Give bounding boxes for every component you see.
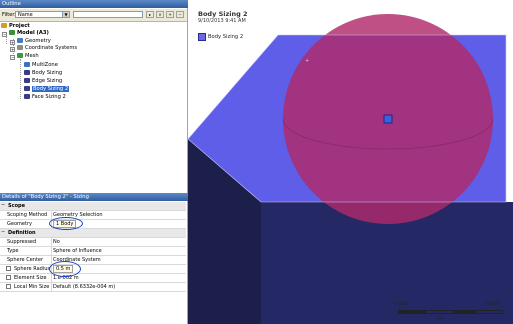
project-icon [1, 23, 7, 28]
sizing-icon [24, 86, 30, 91]
parameter-checkbox[interactable] [6, 266, 11, 271]
collapse-tree-icon[interactable]: − [176, 11, 184, 18]
viewport-title: Body Sizing 2 [198, 10, 248, 18]
details-row-sphere-radius[interactable]: Sphere Radius 0.5 m [0, 265, 186, 274]
details-row-local-min-size[interactable]: Local Min Size Default (8.6332e-004 m) [0, 283, 186, 292]
details-title-bar: Details of "Body Sizing 2" - Sizing [0, 193, 189, 201]
filter-label: Filter: [2, 12, 16, 18]
tree-item-body-sizing[interactable]: Body Sizing [24, 70, 62, 77]
tree-item-multizone[interactable]: MultiZone [24, 62, 58, 69]
sizing-icon [24, 78, 30, 83]
expand-icon[interactable]: + [10, 40, 15, 45]
coordinate-systems-icon [17, 45, 23, 50]
annotation-circle [49, 217, 83, 230]
mesh-control-icon [24, 62, 30, 67]
outline-tree: Project − Model (A3) + Geometry + Coordi… [0, 22, 187, 192]
tree-item-coordinate-systems[interactable]: Coordinate Systems [17, 45, 77, 52]
geometry-icon [17, 38, 23, 43]
parameter-checkbox[interactable] [6, 275, 11, 280]
scale-segments [398, 310, 503, 314]
legend-swatch [198, 33, 206, 41]
mesh-icon [17, 53, 23, 58]
details-row-scoping-method[interactable]: Scoping Method Geometry Selection [0, 211, 186, 220]
viewport-date: 9/10/2013 9:41 AM [198, 18, 246, 24]
collapse-icon[interactable]: − [2, 32, 7, 37]
expand-icon[interactable]: + [10, 47, 15, 52]
tree-item-body-sizing-2[interactable]: Body Sizing 2 [24, 86, 70, 93]
graphics-viewport[interactable]: + Body Sizing 2 9/10/2013 9:41 AM Body S… [188, 0, 513, 324]
details-row-element-size[interactable]: Element Size 1.e-002 m [0, 274, 186, 283]
tree-item-edge-sizing[interactable]: Edge Sizing [24, 78, 62, 85]
collapse-icon[interactable]: − [1, 230, 6, 235]
left-panel: Outline Filter: Name ▼ ▸ × + − Project −… [0, 0, 189, 324]
model-scene[interactable]: + [188, 0, 513, 324]
legend-label: Body Sizing 2 [208, 34, 244, 40]
scale-tick-end: 0.450 [486, 302, 500, 307]
sphere-center-marker [383, 114, 393, 124]
details-row-sphere-center[interactable]: Sphere Center Coordinate System [0, 256, 186, 265]
filter-toolbar: Filter: Name ▼ ▸ × + − [0, 9, 187, 22]
outline-title-bar: Outline [0, 0, 189, 8]
parameter-checkbox[interactable] [6, 284, 11, 289]
scale-tick-start: 0.000 [394, 302, 408, 307]
tree-item-face-sizing-2[interactable]: Face Sizing 2 [24, 94, 66, 101]
tree-item-mesh[interactable]: Mesh [17, 53, 39, 60]
details-row-suppressed[interactable]: Suppressed No [0, 238, 186, 247]
tree-item-geometry[interactable]: Geometry [17, 38, 51, 45]
filter-search-input[interactable] [73, 11, 143, 18]
scale-unit: (m) [436, 316, 445, 321]
details-grid: − Scope Scoping Method Geometry Selectio… [0, 202, 187, 324]
category-scope[interactable]: − Scope [0, 202, 186, 211]
collapse-icon[interactable]: − [1, 203, 6, 208]
model-icon [9, 30, 15, 35]
annotation-circle [49, 261, 81, 277]
tree-item-project[interactable]: Project [1, 23, 30, 30]
filter-apply-icon[interactable]: ▸ [146, 11, 154, 18]
expand-tree-icon[interactable]: + [166, 11, 174, 18]
details-row-type[interactable]: Type Sphere of Influence [0, 247, 186, 256]
chevron-down-icon[interactable]: ▼ [62, 11, 70, 18]
tree-item-model[interactable]: Model (A3) [9, 30, 49, 37]
sizing-icon [24, 70, 30, 75]
category-definition[interactable]: − Definition [0, 229, 186, 238]
svg-text:+: + [305, 58, 309, 64]
sizing-icon [24, 94, 30, 99]
details-row-geometry[interactable]: Geometry 1 Body [0, 220, 186, 229]
filter-clear-icon[interactable]: × [156, 11, 164, 18]
collapse-icon[interactable]: − [10, 55, 15, 60]
